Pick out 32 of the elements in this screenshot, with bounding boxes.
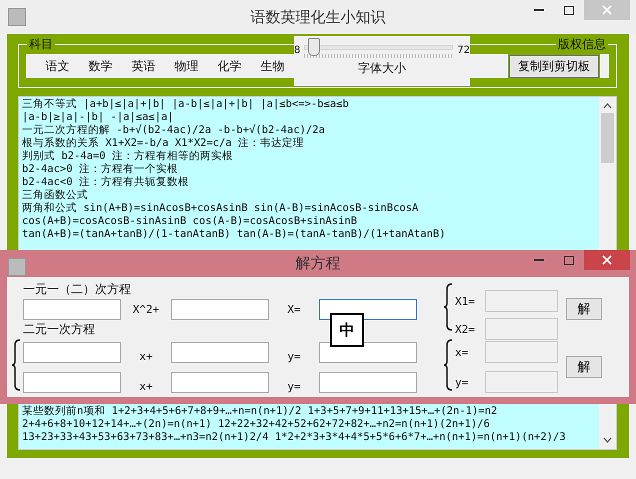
result-label: y= — [455, 376, 470, 388]
text-line: 三角不等式 |a+b|≤|a|+|b| |a-b|≤|a|+|b| |a|≤b<=>-b≤a≤b — [22, 98, 350, 111]
term-label: x+ — [138, 378, 154, 392]
text-line: 某些数列前n项和 1+2+3+4+5+6+7+8+9+…+n=n(n+1)/2 1+3+5+7+9+11+13+15+…+(2n-1)=n2 — [22, 405, 498, 418]
result-label: X1= — [455, 294, 476, 308]
text-line: 2+4+6+8+10+12+14+…+(2n)=n(n+1) 12+22+32+42+52+62+72+82+…+n2=n(n+1)(2n+1)/6 — [22, 418, 491, 431]
text-line: 三角函数公式 — [22, 189, 89, 202]
term-label: y= — [286, 348, 302, 362]
term-label: X= — [286, 302, 302, 316]
text-line: tan(A+B)=(tanA+tanB)/(1-tanAtanB) tan(A-B)=(tanA-tanB)/(1+tanAtanB) — [22, 228, 447, 241]
term-label: y= — [286, 378, 302, 392]
text-line: 根与系数的关系 X1+X2=-b/a X1*X2=c/a 注：韦达定理 — [22, 137, 306, 150]
equation-label: 一元一（二）次方程 — [23, 280, 132, 298]
term-label: x+ — [138, 348, 154, 362]
text-line: 判别式 b2-4a=0 注：方程有相等的两实根 — [22, 150, 234, 163]
equation-label: 二元一次方程 — [23, 320, 96, 338]
text-line: |a-b|≥|a|-|b| -|a|≤a≤|a| — [22, 111, 175, 124]
text-line: 两角和公式 sin(A+B)=sinAcosB+cosAsinB sin(A-B)=sinAcosB-sinBcosA — [22, 202, 420, 215]
term-label: X^2+ — [132, 302, 160, 316]
result-label: X2= — [455, 322, 476, 336]
ime-indicator: 中 — [330, 313, 364, 347]
text-line: cos(A+B)=cosAcosB-sinAsinB cos(A-B)=cosAcosB+sinAsinB — [22, 215, 358, 228]
slider-min: 8 — [294, 44, 300, 56]
text-line: 一元二次方程的解 -b+√(b2-4ac)/2a -b-b+√(b2-4ac)/2a — [22, 124, 326, 137]
slider-label: 字体大小 — [358, 60, 406, 77]
text-line: b2-4ac>0 注：方程有一个实根 — [22, 163, 179, 176]
result-label: x= — [455, 346, 470, 358]
text-line: b2-4ac<0 注：方程有共轭复数根 — [22, 176, 190, 189]
window-title: 语数英理化生小知识 — [250, 8, 386, 26]
slider-max: 72 — [457, 44, 470, 56]
text-line: 13+23+33+43+53+63+73+83+…+n3=n2(n+1)2/4 1*2+2*3+3*4+4*5+5*6+6*7+…+n(n+1)=n(n+1)(n+2)/3 — [22, 431, 567, 444]
dialog-title: 解方程 — [296, 254, 340, 273]
